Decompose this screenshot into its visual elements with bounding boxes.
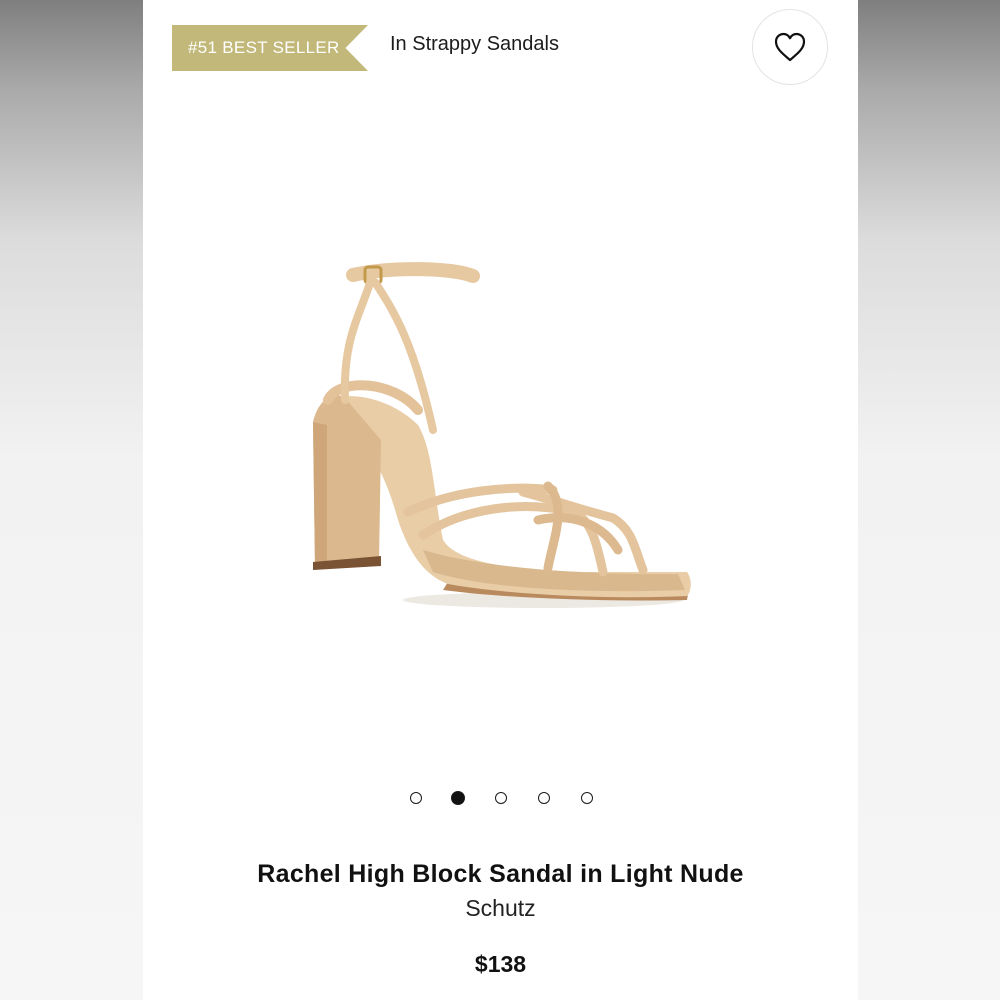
sandal-illustration: [313, 262, 691, 608]
category-label[interactable]: In Strappy Sandals: [390, 33, 559, 56]
carousel-dots: [405, 790, 595, 808]
best-seller-badge: #51 BEST SELLER: [172, 25, 368, 71]
product-card: #51 BEST SELLER In Strappy Sandals Rache…: [143, 0, 858, 1000]
carousel-dot-5[interactable]: [581, 792, 593, 804]
carousel-dot-3[interactable]: [495, 792, 507, 804]
right-backdrop: [857, 0, 1000, 1000]
left-backdrop: [0, 0, 143, 1000]
carousel-dot-1[interactable]: [410, 792, 422, 804]
carousel-dot-4[interactable]: [538, 792, 550, 804]
best-seller-badge-text: #51 BEST SELLER: [188, 38, 340, 57]
product-title: Rachel High Block Sandal in Light Nude: [257, 860, 744, 888]
carousel-dot-2[interactable]: [451, 791, 465, 805]
product-brand[interactable]: Schutz: [143, 895, 858, 922]
heart-outline-icon: [774, 32, 806, 62]
favorite-button[interactable]: [752, 9, 828, 85]
product-image[interactable]: [283, 250, 703, 630]
product-price: $138: [474, 951, 527, 977]
